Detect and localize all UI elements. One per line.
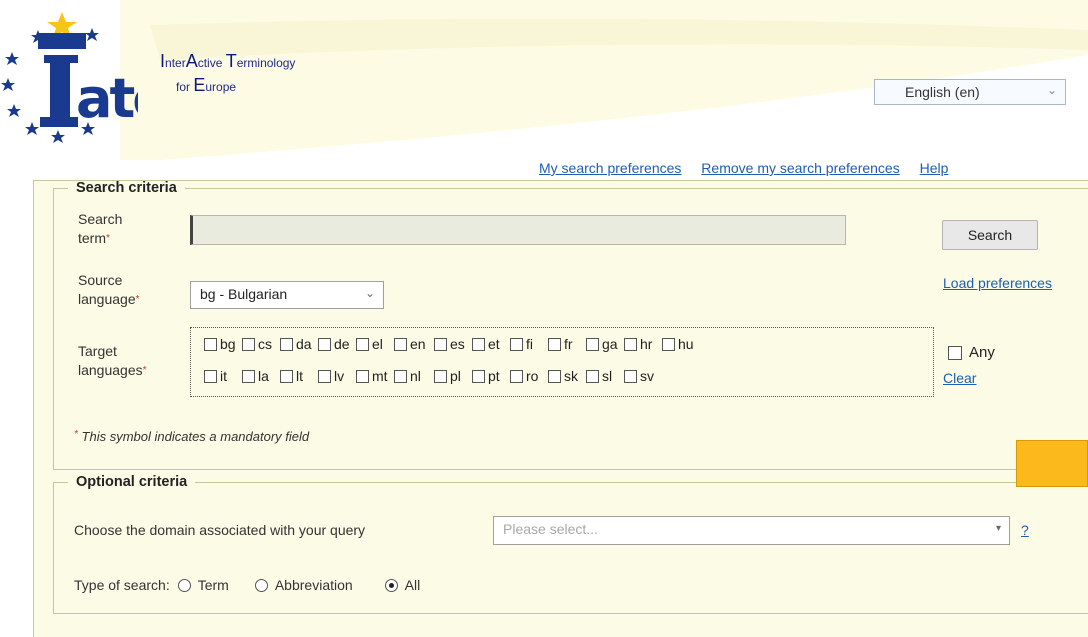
source-language-select[interactable]: bg - Bulgarian ⌄ [190,281,384,309]
checkbox-icon [472,369,485,383]
optional-criteria-legend: Optional criteria [76,474,188,490]
target-lang-nl[interactable]: nl [394,368,434,384]
search-term-label: Search term* [78,211,123,246]
search-button[interactable]: Search [942,220,1038,250]
target-lang-hu[interactable]: hu [662,336,700,352]
search-type-all[interactable]: All [384,577,420,593]
checkbox-icon [510,369,523,383]
checkbox-icon [624,369,637,383]
checkbox-icon [394,369,407,383]
target-lang-pt[interactable]: pt [472,368,510,384]
search-criteria-legend: Search criteria [76,180,177,196]
iate-wordmark-icon: ate [38,33,138,130]
my-search-preferences-link[interactable]: My search preferences [539,160,681,176]
target-lang-mt[interactable]: mt [356,368,394,384]
checkbox-icon [318,369,331,383]
checkbox-icon [662,337,675,351]
target-lang-de[interactable]: de [318,336,356,352]
target-lang-fr[interactable]: fr [548,336,586,352]
target-lang-sk[interactable]: sk [548,368,586,384]
checkbox-icon [280,369,293,383]
any-language-checkbox[interactable]: Any [948,344,995,361]
target-lang-ga[interactable]: ga [586,336,624,352]
target-lang-bg[interactable]: bg [204,336,242,352]
target-lang-sl[interactable]: sl [586,368,624,384]
checkbox-icon [280,337,293,351]
domain-help-link[interactable]: ? [1021,521,1029,540]
target-lang-sv[interactable]: sv [624,368,662,384]
checkbox-icon [242,369,255,383]
search-type-abbreviation[interactable]: Abbreviation [254,577,353,593]
language-select-value: English (en) [905,84,980,100]
target-lang-hr[interactable]: hr [624,336,662,352]
search-term-input[interactable] [190,215,846,245]
target-lang-pl[interactable]: pl [434,368,472,384]
source-language-value: bg - Bulgarian [200,286,288,302]
header: ate InterActive Terminology for Europe E… [0,0,1088,160]
checkbox-icon [948,345,962,360]
orange-tab[interactable] [1016,440,1088,487]
checkbox-icon [548,369,561,383]
chevron-down-icon: ⌄ [1046,83,1057,97]
checkbox-icon [472,337,485,351]
interface-language-select[interactable]: English (en) ⌄ [874,79,1066,105]
target-lang-el[interactable]: el [356,336,394,352]
svg-text:ate: ate [76,67,138,130]
target-languages-row-2: it la lt lv mt nl pl pt ro sk sl sv [204,368,662,384]
checkbox-icon [356,337,369,351]
domain-label: Choose the domain associated with your q… [74,522,366,538]
load-preferences-link[interactable]: Load preferences [943,274,1053,293]
target-languages-box: bg cs da de el en es et fi fr ga hr hu i… [190,327,934,397]
target-lang-lt[interactable]: lt [280,368,318,384]
search-type-label: Type of search: [74,577,170,593]
target-lang-en[interactable]: en [394,336,434,352]
radio-icon [254,578,268,592]
top-links: My search preferences Remove my search p… [539,160,948,176]
target-lang-da[interactable]: da [280,336,318,352]
checkbox-icon [434,369,447,383]
remove-search-preferences-link[interactable]: Remove my search preferences [701,160,899,176]
checkbox-icon [586,369,599,383]
checkbox-icon [510,337,523,351]
checkbox-icon [204,369,217,383]
tagline: InterActive Terminology for Europe [160,51,296,95]
checkbox-icon [548,337,561,351]
checkbox-icon [624,337,637,351]
checkbox-icon [204,337,217,351]
radio-icon [177,578,191,592]
checkbox-icon [434,337,447,351]
dropdown-arrow-icon: ▾ [995,523,1001,534]
target-lang-lv[interactable]: lv [318,368,356,384]
checkbox-icon [318,337,331,351]
iate-logo[interactable]: ate [0,0,160,160]
source-language-label: Source language* [78,272,140,307]
target-lang-es[interactable]: es [434,336,472,352]
checkbox-icon [586,337,599,351]
target-lang-ro[interactable]: ro [510,368,548,384]
search-type-term[interactable]: Term [177,577,229,593]
target-languages-row-1: bg cs da de el en es et fi fr ga hr hu [204,336,700,352]
radio-selected-icon [384,578,398,592]
target-lang-cs[interactable]: cs [242,336,280,352]
target-lang-et[interactable]: et [472,336,510,352]
checkbox-icon [356,369,369,383]
checkbox-icon [394,337,407,351]
mandatory-note: * This symbol indicates a mandatory fiel… [74,429,310,444]
clear-languages-link[interactable]: Clear [943,369,976,388]
chevron-down-icon: ⌄ [364,286,375,300]
checkbox-icon [242,337,255,351]
help-link[interactable]: Help [920,160,949,176]
target-lang-fi[interactable]: fi [510,336,548,352]
target-lang-it[interactable]: it [204,368,242,384]
domain-select[interactable]: Please select... ▾ [493,516,1010,545]
target-languages-label: Target languages* [78,343,147,378]
search-type-group: Type of search: Term Abbreviation All [74,577,420,593]
target-lang-la[interactable]: la [242,368,280,384]
domain-select-placeholder: Please select... [503,521,598,537]
